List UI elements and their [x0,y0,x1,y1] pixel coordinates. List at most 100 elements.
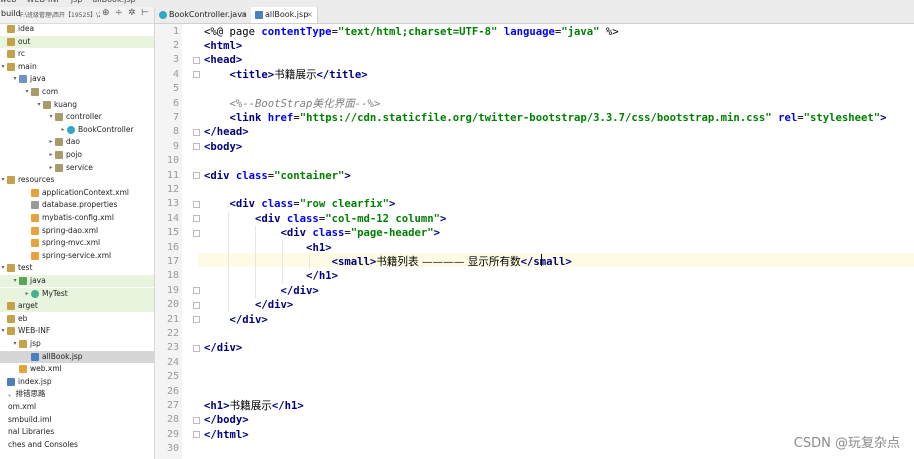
code-line[interactable]: <body> [204,140,242,154]
tree-item[interactable]: ches and Consoles [0,439,154,451]
tree-item[interactable]: ▸ MyTest [0,287,154,300]
code-line[interactable]: <link href="https://cdn.staticfile.org/t… [204,111,887,125]
fold-marker-icon[interactable] [193,431,200,439]
chevron-down-icon[interactable]: ▾ [11,73,19,85]
tree-item[interactable]: web.xml [0,363,154,375]
code-line[interactable]: <head> [204,53,242,67]
tree-item[interactable]: applicationContext.xml [0,187,154,199]
fold-marker-icon[interactable] [193,316,200,323]
fold-marker-icon[interactable] [193,287,200,295]
close-icon[interactable]: × [306,7,313,23]
code-line[interactable]: </div> [204,341,242,355]
code-line[interactable]: </div> [204,313,268,327]
code-line[interactable]: <h1> [204,241,332,255]
fold-marker-icon[interactable] [193,344,200,352]
tree-item[interactable]: ▸ pojo [0,149,154,161]
tree-item[interactable]: om.xml [0,401,154,413]
tree-item[interactable]: ▾ kuang [0,99,154,111]
tree-item[interactable]: mybatis-config.xml [0,212,154,224]
tree-item[interactable]: nal Libraries [0,426,154,438]
code-line[interactable]: <html> [204,39,242,53]
tree-item[interactable]: ▸ dao [0,136,154,148]
code-line[interactable]: <div class="col-md-12 column"> [204,212,446,226]
chevron-down-icon[interactable]: ▾ [23,86,31,98]
tree-item[interactable]: database.properties [0,199,154,211]
code-line[interactable]: </div> [204,298,293,312]
chevron-right-icon[interactable]: ▸ [47,136,55,148]
tree-item[interactable]: ▾ WEB-INF [0,325,154,337]
tree-item[interactable]: 、排错思路 [0,388,154,400]
code-line[interactable]: <title>书籍展示</title> [204,68,368,82]
fold-marker-icon[interactable] [193,143,200,151]
chevron-down-icon[interactable]: ▾ [0,61,7,73]
chevron-right-icon[interactable]: ▸ [47,162,55,174]
fold-marker-icon[interactable] [193,200,200,208]
code-line[interactable]: <%@ page contentType="text/html;charset=… [204,25,619,39]
code-line[interactable]: </head> [204,125,249,139]
tree-item[interactable]: ▸ BookController [0,124,154,136]
code-line[interactable]: </body> [204,413,249,427]
chevron-down-icon[interactable]: ▾ [0,174,7,186]
chevron-right-icon[interactable]: ▸ [59,124,67,136]
code-line[interactable]: </div> [204,284,319,298]
tree-item[interactable]: ▾ com [0,86,154,98]
chevron-right-icon[interactable]: ▸ [23,288,31,300]
breadcrumb-item[interactable]: allBook.jsp [92,0,135,4]
breadcrumb-item[interactable]: web [0,0,17,4]
chevron-down-icon[interactable]: ▾ [11,275,19,287]
tree-item[interactable]: allBook.jsp [0,350,154,363]
tree-item[interactable]: ▾ test [0,262,154,274]
code-line[interactable]: <h1>书籍展示</h1> [204,399,304,413]
tree-item[interactable]: ▾ java [0,275,154,287]
project-toolbar: build F:\班级管理\西开【19525】\2、代码\ssm ⊕ ÷ ✲ ⊢ [0,7,154,24]
code-line[interactable]: <small>书籍列表 ———— 显示所有数</small> [204,255,572,269]
chevron-down-icon[interactable]: ▾ [35,99,43,111]
fold-marker-icon[interactable] [193,128,200,136]
chevron-down-icon[interactable]: ▾ [11,338,19,350]
code-line[interactable]: <div class="container"> [204,169,351,183]
tab-allbook-jsp[interactable]: allBook.jsp × [251,7,318,23]
chevron-down-icon[interactable]: ▾ [47,111,55,123]
code-line[interactable]: <div class="row clearfix"> [204,197,396,211]
tree-item[interactable]: out [0,35,154,48]
tree-item[interactable]: index.jsp [0,376,154,388]
code-line[interactable]: <%--BootStrap美化界面--%> [204,97,381,111]
collapse-icon[interactable]: ÷ [115,8,123,18]
chevron-down-icon[interactable]: ▾ [0,262,7,274]
tree-item[interactable]: rc [0,48,154,60]
tree-item[interactable]: ▾ main [0,61,154,73]
fold-marker-icon[interactable] [193,416,200,424]
fold-marker-icon[interactable] [193,56,200,64]
tree-item[interactable]: ▾ jsp [0,338,154,350]
tree-item[interactable]: ▾ java [0,73,154,85]
tree-item[interactable]: ▾ resources [0,174,154,186]
code-token: <html> [204,39,243,52]
code-line[interactable]: <div class="page-header"> [204,226,440,240]
fold-marker-icon[interactable] [193,229,200,237]
chevron-down-icon[interactable]: ▾ [0,325,7,337]
breadcrumb-item[interactable]: jsp [71,0,82,4]
fold-marker-icon[interactable] [193,301,200,309]
tree-item[interactable]: smbuild.iml [0,414,154,426]
tree-item[interactable]: ▸ service [0,162,154,174]
tree-item[interactable]: eb [0,313,154,325]
hide-icon[interactable]: ⊢ [141,8,149,18]
fold-marker-icon[interactable] [193,71,200,79]
fold-marker-icon[interactable] [193,215,200,223]
fold-marker-icon[interactable] [193,172,200,179]
breadcrumb-item[interactable]: WEB-INF [27,0,61,4]
code-line[interactable]: </h1> [204,269,338,283]
tab-bookcontroller-java[interactable]: BookController.java × [155,7,252,23]
tree-item[interactable]: spring-service.xml [0,250,154,262]
close-icon[interactable]: × [240,7,247,23]
tree-item[interactable]: ▾ controller [0,111,154,123]
tree-item[interactable]: spring-mvc.xml [0,237,154,249]
chevron-right-icon[interactable]: ▸ [47,149,55,161]
tree-item[interactable]: arget [0,300,154,313]
globe-icon[interactable]: ⊕ [102,8,110,18]
code-line[interactable]: </html> [204,428,249,442]
tree-item[interactable]: spring-dao.xml [0,225,154,237]
gear-icon[interactable]: ✲ [128,8,136,18]
tree-item[interactable]: idea [0,23,154,35]
